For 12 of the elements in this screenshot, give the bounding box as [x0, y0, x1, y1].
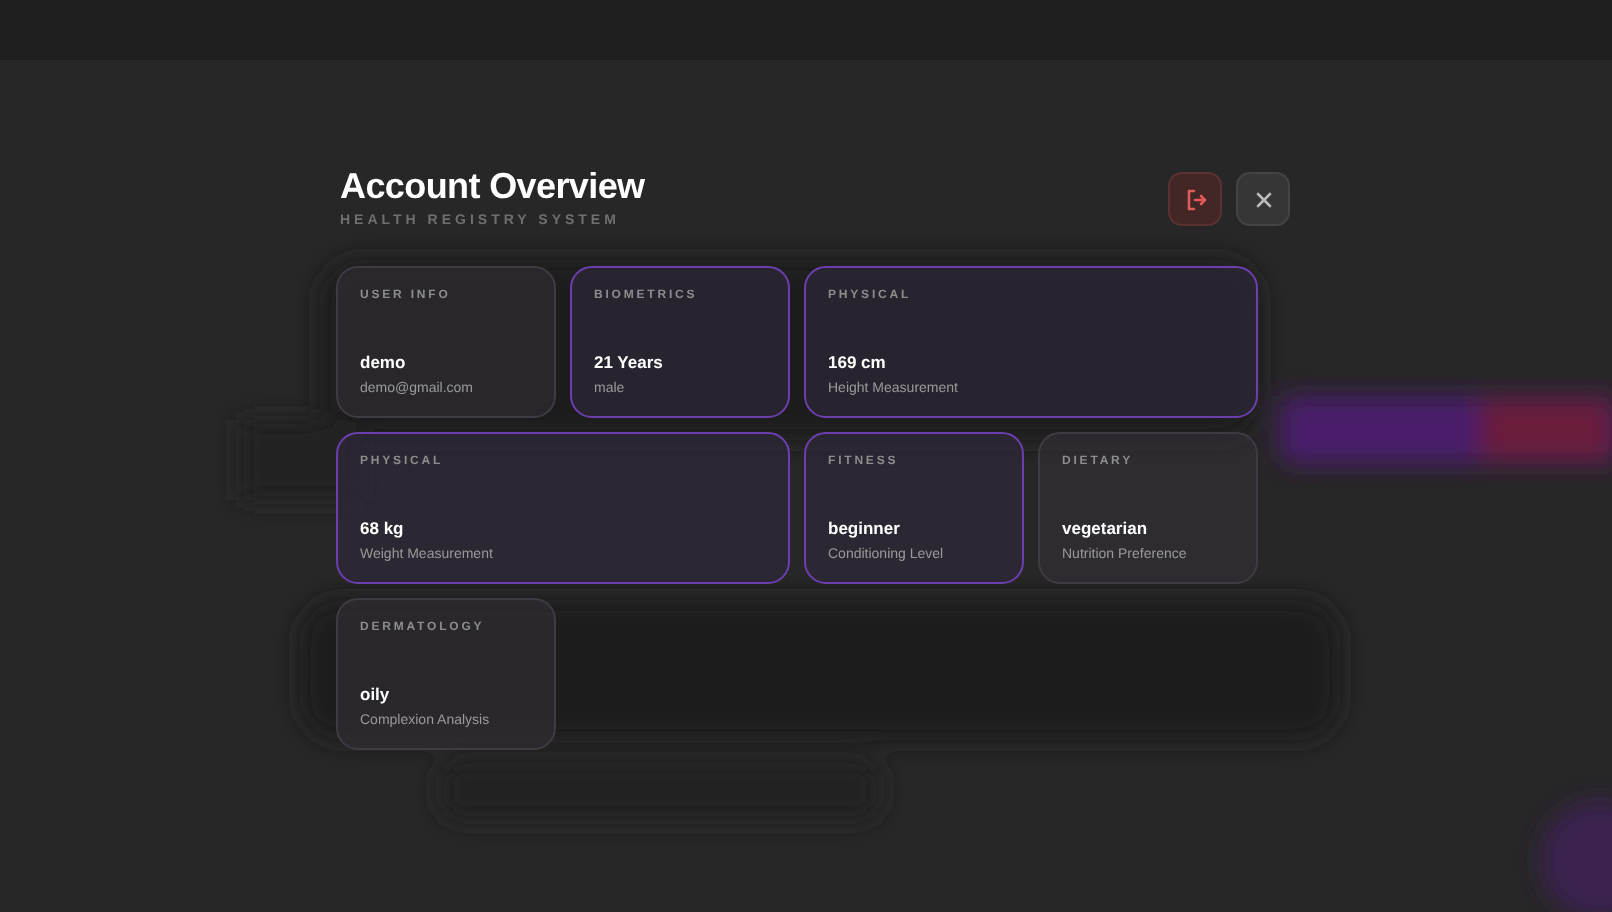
- card-value: 68 kg: [360, 518, 406, 538]
- card-value: 21 Years: [594, 352, 665, 372]
- dialog-title: Account Overview: [340, 166, 645, 208]
- close-button[interactable]: [1236, 172, 1290, 226]
- card-value: oily: [360, 684, 392, 704]
- close-icon: [1253, 189, 1273, 209]
- card-value: vegetarian: [1062, 518, 1150, 538]
- card-value: beginner: [828, 518, 902, 538]
- logout-icon: [1183, 187, 1207, 211]
- card-value: 169 cm: [828, 352, 888, 372]
- logout-button[interactable]: [1168, 172, 1222, 226]
- card-value: demo: [360, 352, 408, 372]
